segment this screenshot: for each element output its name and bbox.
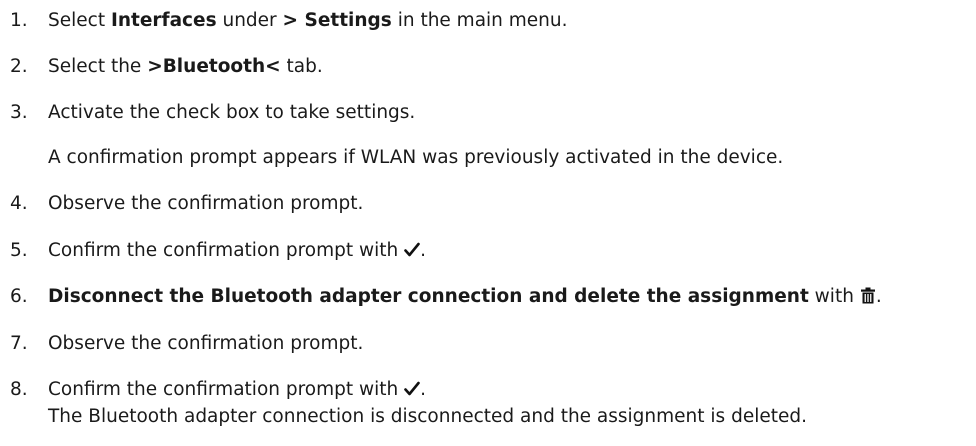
step-number: 6.	[10, 286, 28, 307]
step-text: Confirm the confirmation prompt with .	[48, 238, 426, 266]
step-text: Observe the confirmation prompt.	[48, 193, 364, 214]
step-text: Disconnect the Bluetooth adapter connect…	[48, 284, 882, 312]
step-number: 5.	[10, 240, 28, 261]
step-number: 3.	[10, 102, 28, 123]
step-result: The Bluetooth adapter connection is disc…	[48, 406, 807, 427]
step-text: Observe the confirmation prompt.	[48, 333, 364, 354]
step-text: Select the >Bluetooth< tab.	[48, 56, 323, 77]
step-number: 8.	[10, 379, 28, 400]
step-action: Disconnect the Bluetooth adapter connect…	[48, 286, 809, 307]
checkmark-icon	[404, 379, 420, 405]
step-text: Select Interfaces under > Settings in th…	[48, 10, 568, 31]
menu-settings: > Settings	[282, 10, 392, 31]
checkmark-icon	[404, 240, 420, 266]
tab-bluetooth-label: >Bluetooth<	[147, 56, 281, 77]
step-text: Confirm the confirmation prompt with .	[48, 377, 426, 405]
step-number: 2.	[10, 56, 28, 77]
step-number: 4.	[10, 193, 28, 214]
menu-item-interfaces: Interfaces	[110, 10, 217, 31]
step-note: A confirmation prompt appears if WLAN wa…	[48, 147, 784, 168]
step-text: Activate the check box to take settings.	[48, 102, 416, 123]
step-number: 7.	[10, 333, 28, 354]
step-number: 1.	[10, 10, 28, 31]
trash-icon	[860, 286, 876, 312]
